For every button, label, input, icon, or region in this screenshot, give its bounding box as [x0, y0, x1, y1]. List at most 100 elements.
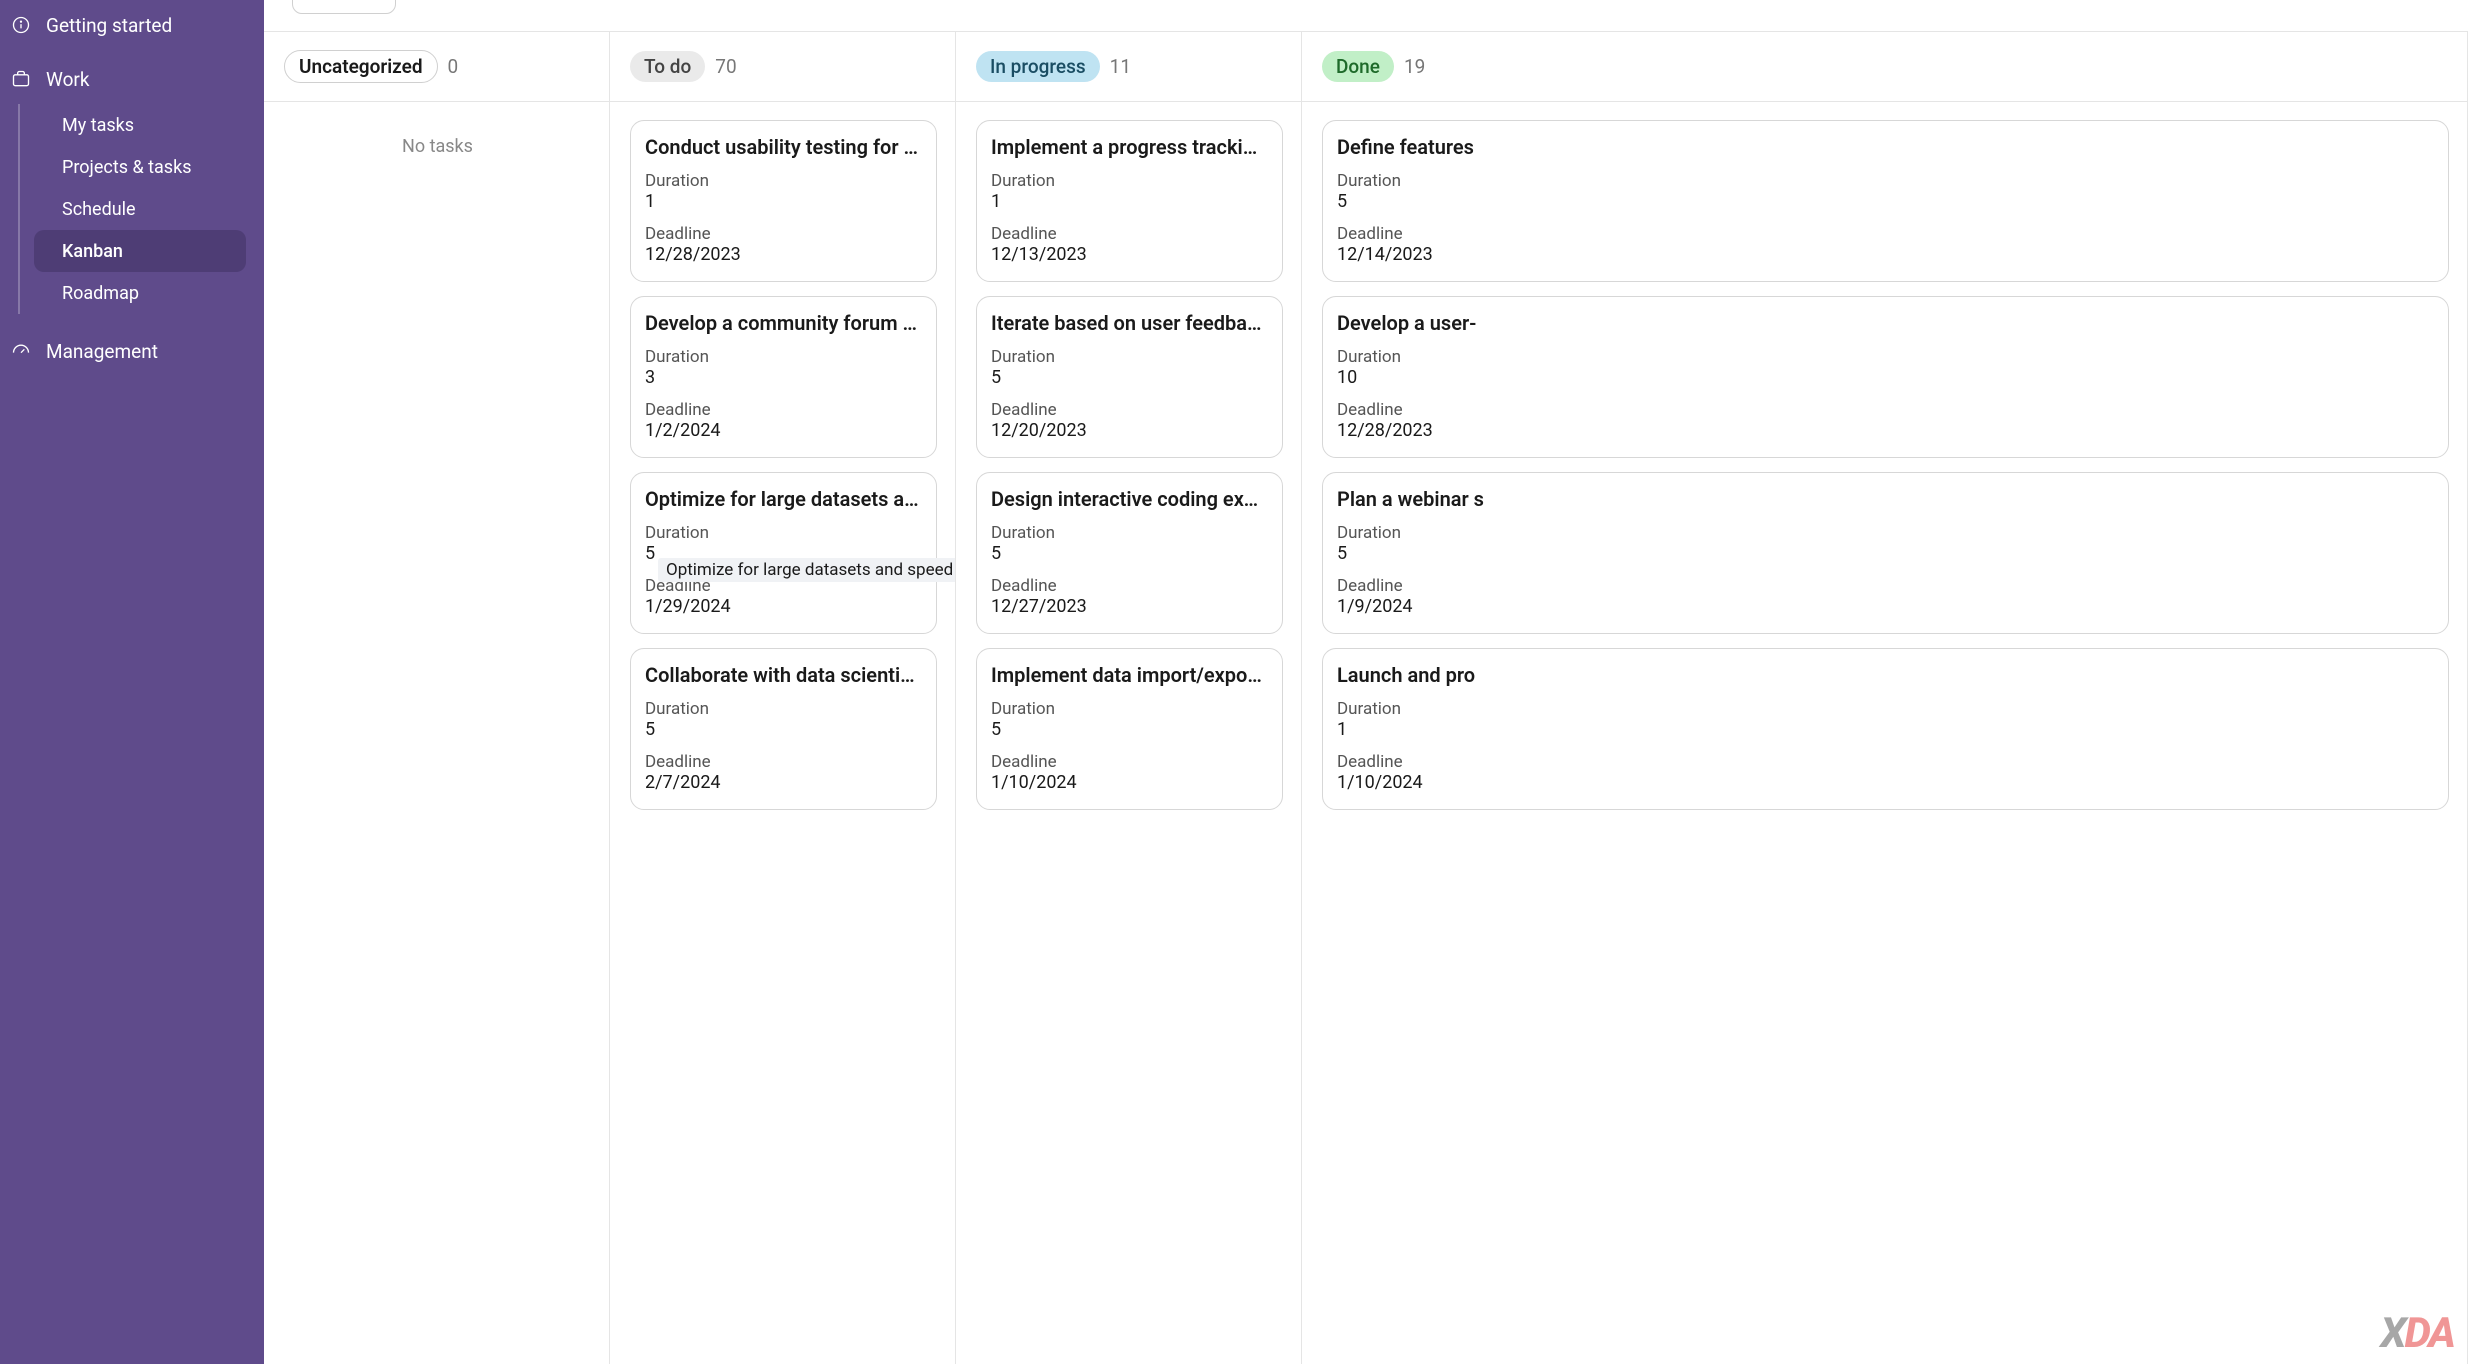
duration-value: 10	[1337, 367, 2434, 388]
duration-label: Duration	[991, 699, 1268, 719]
duration-value: 5	[645, 543, 922, 564]
topbar	[264, 0, 2468, 32]
card-title: Develop a community forum f...	[645, 311, 922, 335]
column-body[interactable]: Implement a progress trackin...Duration1…	[956, 102, 1301, 1364]
deadline-value: 12/28/2023	[645, 244, 922, 265]
card-title: Implement a progress trackin...	[991, 135, 1268, 159]
sidebar-sub-roadmap[interactable]: Roadmap	[34, 272, 246, 314]
column-done: Done 19 Define featuresDuration5Deadline12…	[1302, 32, 2468, 1364]
task-card[interactable]: Implement a progress trackin...Duration1…	[976, 120, 1283, 282]
deadline-label: Deadline	[1337, 224, 2434, 244]
duration-label: Duration	[1337, 699, 2434, 719]
deadline-label: Deadline	[991, 752, 1268, 772]
task-card[interactable]: Conduct usability testing for c... Durati…	[630, 120, 937, 282]
sidebar-sub-my-tasks[interactable]: My tasks	[34, 104, 246, 146]
deadline-value: 2/7/2024	[645, 772, 922, 793]
deadline-value: 1/2/2024	[645, 420, 922, 441]
deadline-value: 12/27/2023	[991, 596, 1268, 617]
deadline-label: Deadline	[991, 400, 1268, 420]
deadline-label: Deadline	[645, 576, 922, 596]
deadline-label: Deadline	[645, 752, 922, 772]
card-title: Plan a webinar s	[1337, 487, 2434, 511]
duration-label: Duration	[991, 347, 1268, 367]
duration-label: Duration	[645, 523, 922, 543]
sidebar-sub-label: Roadmap	[62, 283, 139, 304]
deadline-value: 1/9/2024	[1337, 596, 2434, 617]
column-todo: To do 70 Conduct usability testing for c..…	[610, 32, 956, 1364]
sidebar-sub-kanban[interactable]: Kanban	[34, 230, 246, 272]
column-status-pill[interactable]: Done	[1322, 51, 1394, 82]
column-status-pill[interactable]: In progress	[976, 51, 1100, 82]
duration-value: 1	[991, 191, 1268, 212]
card-title: Implement data import/export...	[991, 663, 1268, 687]
column-status-pill[interactable]: To do	[630, 51, 705, 82]
duration-value: 5	[991, 719, 1268, 740]
duration-label: Duration	[1337, 523, 2434, 543]
deadline-value: 12/20/2023	[991, 420, 1268, 441]
column-status-pill[interactable]: Uncategorized	[284, 50, 438, 83]
duration-label: Duration	[645, 699, 922, 719]
card-title: Optimize for large datasets an...	[645, 487, 922, 511]
sidebar-item-work[interactable]: Work	[0, 58, 264, 100]
column-count: 11	[1110, 55, 1131, 78]
task-card[interactable]: Iterate based on user feedback. Duration5…	[976, 296, 1283, 458]
task-card[interactable]: Design interactive coding exer... Duratio…	[976, 472, 1283, 634]
column-header: In progress 11	[956, 32, 1301, 102]
card-title: Design interactive coding exer...	[991, 487, 1268, 511]
sidebar: Getting started Work My tasks Projects & …	[0, 0, 264, 1364]
sidebar-sub-label: Kanban	[62, 241, 123, 262]
column-body[interactable]: Define featuresDuration5Deadline12/14/20…	[1302, 102, 2467, 1364]
deadline-value: 12/28/2023	[1337, 420, 2434, 441]
sidebar-sub-schedule[interactable]: Schedule	[34, 188, 246, 230]
duration-value: 5	[991, 367, 1268, 388]
duration-value: 5	[991, 543, 1268, 564]
sidebar-label: Getting started	[46, 14, 172, 37]
column-count: 0	[448, 55, 459, 78]
duration-label: Duration	[645, 347, 922, 367]
deadline-value: 12/13/2023	[991, 244, 1268, 265]
duration-value: 1	[1337, 719, 2434, 740]
card-title: Develop a user-	[1337, 311, 2434, 335]
briefcase-icon	[10, 68, 32, 90]
deadline-label: Deadline	[1337, 400, 2434, 420]
deadline-value: 12/14/2023	[1337, 244, 2434, 265]
deadline-label: Deadline	[645, 400, 922, 420]
column-body[interactable]: No tasks	[264, 102, 609, 1364]
sidebar-sub-projects-tasks[interactable]: Projects & tasks	[34, 146, 246, 188]
deadline-label: Deadline	[1337, 576, 2434, 596]
duration-label: Duration	[991, 523, 1268, 543]
gauge-icon	[10, 340, 32, 362]
sidebar-item-management[interactable]: Management	[0, 330, 264, 372]
task-card[interactable]: Optimize for large datasets an... Duratio…	[630, 472, 937, 634]
info-circle-icon	[10, 14, 32, 36]
column-body[interactable]: Conduct usability testing for c... Durati…	[610, 102, 955, 1364]
task-card[interactable]: Implement data import/export... Duration5…	[976, 648, 1283, 810]
duration-value: 1	[645, 191, 922, 212]
duration-label: Duration	[645, 171, 922, 191]
task-card[interactable]: Plan a webinar sDuration5Deadline1/9/202…	[1322, 472, 2449, 634]
card-title: Launch and pro	[1337, 663, 2434, 687]
card-title: Iterate based on user feedback.	[991, 311, 1268, 335]
task-card[interactable]: Develop a user-Duration10Deadline12/28/2…	[1322, 296, 2449, 458]
column-uncat: Uncategorized 0 No tasks	[264, 32, 610, 1364]
deadline-label: Deadline	[991, 224, 1268, 244]
column-header: Done 19	[1302, 32, 2467, 102]
task-card[interactable]: Define featuresDuration5Deadline12/14/20…	[1322, 120, 2449, 282]
task-card[interactable]: Develop a community forum f...Duration3D…	[630, 296, 937, 458]
card-title: Conduct usability testing for c...	[645, 135, 922, 159]
duration-label: Duration	[991, 171, 1268, 191]
column-count: 70	[715, 55, 736, 78]
deadline-value: 1/10/2024	[991, 772, 1268, 793]
empty-text: No tasks	[402, 136, 473, 157]
column-header: Uncategorized 0	[264, 32, 609, 102]
topbar-dropdown[interactable]	[292, 0, 396, 14]
column-header: To do 70	[610, 32, 955, 102]
column-count: 19	[1404, 55, 1425, 78]
sidebar-sub-label: Projects & tasks	[62, 157, 192, 178]
column-inpr: In progress 11 Implement a progress tracki…	[956, 32, 1302, 1364]
card-title: Collaborate with data scientis...	[645, 663, 922, 687]
sidebar-item-getting-started[interactable]: Getting started	[0, 4, 264, 46]
task-card[interactable]: Collaborate with data scientis... Duratio…	[630, 648, 937, 810]
sidebar-work-sublist: My tasks Projects & tasks Schedule Kanban Ro…	[18, 104, 264, 314]
task-card[interactable]: Launch and proDuration1Deadline1/10/2024	[1322, 648, 2449, 810]
